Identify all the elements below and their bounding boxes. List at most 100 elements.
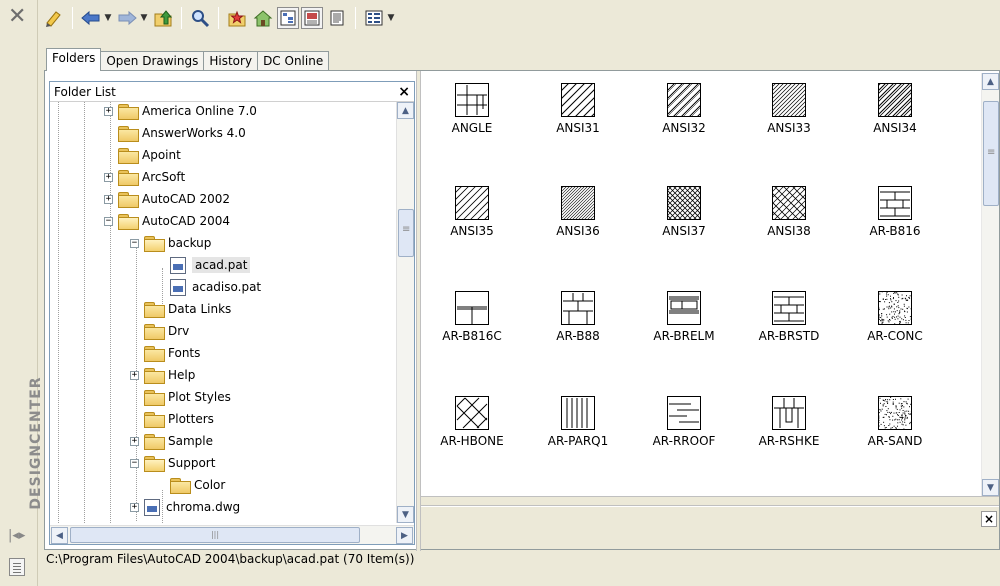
content-vscroll[interactable]: ▲ ▼ [981, 73, 999, 496]
home-icon[interactable] [251, 6, 275, 30]
pattern-item[interactable]: AR-BRSTD [739, 291, 839, 343]
views-icon[interactable] [362, 6, 386, 30]
pattern-item[interactable]: ANSI35 [422, 186, 522, 238]
collapse-icon[interactable]: − [130, 458, 139, 468]
scroll-down-icon[interactable]: ▼ [982, 479, 999, 496]
load-icon[interactable] [42, 6, 66, 30]
pattern-item[interactable]: ANSI34 [845, 83, 945, 135]
pattern-item[interactable]: AR-RROOF [634, 396, 734, 448]
pattern-item[interactable]: ANGLE [422, 83, 522, 135]
tab-dc-online[interactable]: DC Online [257, 51, 330, 71]
scroll-right-icon[interactable]: ▶ [396, 527, 413, 544]
pattern-item[interactable]: AR-BRELM [634, 291, 734, 343]
tree-item[interactable]: acadiso.pat [156, 276, 261, 298]
properties-icon[interactable] [9, 558, 25, 576]
back-dropdown-icon[interactable]: ▼ [103, 13, 113, 23]
pattern-item[interactable]: AR-B88 [528, 291, 628, 343]
pattern-item[interactable]: ANSI38 [739, 186, 839, 238]
forward-icon[interactable] [115, 6, 139, 30]
expand-icon[interactable]: + [104, 172, 113, 182]
expand-icon[interactable]: + [130, 370, 139, 380]
scroll-down-icon[interactable]: ▼ [397, 506, 414, 523]
hatch-pattern-icon [422, 291, 522, 325]
pattern-item[interactable]: AR-B816 [845, 186, 945, 238]
tree-item[interactable]: − backup [130, 232, 211, 254]
pattern-item[interactable]: AR-B816C [422, 291, 522, 343]
close-preview-icon[interactable]: × [981, 511, 997, 527]
tree-item[interactable]: Fonts [130, 342, 200, 364]
description-toggle-icon[interactable] [325, 6, 349, 30]
scroll-left-icon[interactable]: ◀ [51, 527, 68, 544]
up-icon[interactable] [151, 6, 175, 30]
close-icon[interactable]: × [398, 84, 410, 100]
collapse-icon[interactable]: − [130, 238, 139, 248]
expand-icon[interactable]: + [130, 502, 139, 512]
folder-list-pane: Folder List × + America Online 7.0 AnswerW… [49, 81, 415, 545]
tree-item[interactable]: Drv [130, 320, 189, 342]
scroll-thumb[interactable] [983, 101, 999, 206]
search-icon[interactable] [188, 6, 212, 30]
scroll-thumb[interactable]: ||| [70, 527, 360, 543]
tree-item[interactable]: + America Online 7.0 [104, 102, 257, 122]
tree-item[interactable]: Data Links [130, 298, 231, 320]
collapse-icon[interactable]: − [104, 216, 113, 226]
pattern-item[interactable]: AR-PARQ1 [528, 396, 628, 448]
pattern-label: ANGLE [451, 121, 493, 135]
tree-item[interactable]: Apoint [104, 144, 181, 166]
tree-item[interactable]: − Support [130, 452, 215, 474]
horizontal-splitter[interactable] [421, 496, 999, 506]
expand-icon[interactable]: + [130, 436, 139, 446]
hatch-pattern-icon [528, 396, 628, 430]
folder-list-hscroll[interactable]: ◀ ||| ▶ [50, 525, 414, 544]
tree-item[interactable]: Plot Styles [130, 386, 231, 408]
pattern-item[interactable]: ANSI33 [739, 83, 839, 135]
tab-open-drawings[interactable]: Open Drawings [100, 51, 205, 71]
pattern-item[interactable]: AR-SAND [845, 396, 945, 448]
scroll-thumb[interactable] [398, 209, 414, 257]
tree-item-label: acad.pat [192, 257, 251, 273]
tree-item[interactable]: + Sample [130, 430, 213, 452]
tree-item[interactable]: + AutoCAD 2002 [104, 188, 230, 210]
pattern-item[interactable]: AR-RSHKE [739, 396, 839, 448]
pattern-item[interactable]: AR-HBONE [422, 396, 522, 448]
tree-item[interactable]: Color [156, 474, 225, 496]
folder-icon [144, 434, 165, 450]
views-dropdown-icon[interactable]: ▼ [386, 13, 396, 23]
hatch-pattern-icon [739, 186, 839, 220]
folder-icon [170, 478, 191, 494]
scroll-up-icon[interactable]: ▲ [982, 73, 999, 90]
tree-item[interactable]: AnswerWorks 4.0 [104, 122, 246, 144]
tree-view-toggle-icon[interactable] [277, 7, 299, 29]
preview-toggle-icon[interactable] [301, 7, 323, 29]
scroll-up-icon[interactable]: ▲ [397, 102, 414, 119]
tree-item[interactable]: + chroma.dwg [130, 496, 240, 518]
tree-item[interactable]: acad.pat [156, 254, 251, 276]
pattern-item[interactable]: AR-CONC [845, 291, 945, 343]
pattern-label: AR-PARQ1 [547, 434, 609, 448]
tree-item[interactable]: Plotters [130, 408, 214, 430]
pattern-item[interactable]: ANSI37 [634, 186, 734, 238]
pattern-item[interactable]: ANSI32 [634, 83, 734, 135]
pattern-item[interactable]: ANSI36 [528, 186, 628, 238]
hatch-pattern-icon [739, 83, 839, 117]
auto-hide-icon[interactable]: |◂▸ [8, 528, 25, 543]
folder-list-vscroll[interactable]: ▲ ▼ [396, 102, 414, 523]
pattern-label: ANSI37 [662, 224, 706, 238]
expand-icon[interactable]: + [104, 194, 113, 204]
tree-guide [84, 102, 85, 523]
folder-icon [118, 148, 139, 164]
tree-item[interactable]: + Help [130, 364, 195, 386]
folder-icon [144, 412, 165, 428]
forward-dropdown-icon[interactable]: ▼ [139, 13, 149, 23]
close-icon[interactable]: ✕ [8, 6, 26, 28]
expand-icon[interactable]: + [104, 106, 113, 116]
tree-item[interactable]: − AutoCAD 2004 [104, 210, 230, 232]
pattern-item[interactable]: ANSI31 [528, 83, 628, 135]
tab-history[interactable]: History [203, 51, 259, 71]
hatch-pattern-icon [528, 83, 628, 117]
tab-folders[interactable]: Folders [46, 48, 102, 71]
back-icon[interactable] [79, 6, 103, 30]
favorites-icon[interactable] [225, 6, 249, 30]
tree-item[interactable]: + ArcSoft [104, 166, 185, 188]
folder-list-header: Folder List × [50, 82, 414, 102]
